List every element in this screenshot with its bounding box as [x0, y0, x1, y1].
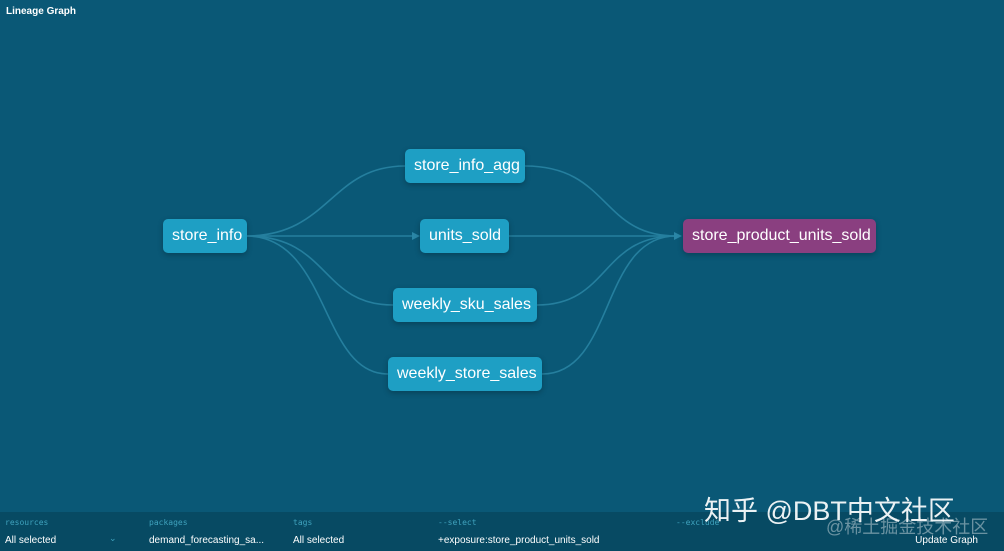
- edge-store_info-weekly_sku_sales: [245, 235, 394, 306]
- filter-select-label: --select: [438, 518, 477, 527]
- node-units_sold[interactable]: units_sold: [420, 219, 509, 253]
- filter-packages-label: packages: [149, 518, 188, 527]
- node-store_info[interactable]: store_info: [163, 219, 247, 253]
- arrowhead: [674, 232, 682, 240]
- node-weekly_store_sales[interactable]: weekly_store_sales: [388, 357, 542, 391]
- edge-store_info-weekly_store_sales: [245, 235, 389, 375]
- arrowhead: [412, 232, 420, 240]
- filter-select-input[interactable]: +exposure:store_product_units_sold: [438, 535, 600, 546]
- edge-store_info-store_info_agg: [245, 165, 406, 237]
- edge-weekly_store_sales-target: [541, 235, 677, 375]
- filter-select[interactable]: --select +exposure:store_product_units_s…: [438, 512, 658, 551]
- filter-packages[interactable]: packages demand_forecasting_sa...: [149, 512, 269, 551]
- node-store_product_units_sold[interactable]: store_product_units_sold: [683, 219, 876, 253]
- filter-packages-value[interactable]: demand_forecasting_sa...: [149, 535, 264, 546]
- filter-resources-value[interactable]: All selected: [5, 535, 56, 546]
- filter-tags-value[interactable]: All selected: [293, 535, 344, 546]
- node-store_info_agg[interactable]: store_info_agg: [405, 149, 525, 183]
- filter-tags-label: tags: [293, 518, 313, 527]
- edge-weekly_sku_sales-target: [536, 235, 677, 306]
- node-weekly_sku_sales[interactable]: weekly_sku_sales: [393, 288, 537, 322]
- edge-store_info_agg-target: [524, 165, 677, 237]
- filter-resources[interactable]: resources All selected ⌄: [5, 512, 120, 551]
- lineage-edges: [245, 165, 682, 375]
- chevron-down-icon[interactable]: ⌄: [109, 533, 117, 544]
- watermark-sub: @稀土掘金技术社区: [826, 517, 989, 537]
- filter-resources-label: resources: [5, 518, 49, 527]
- filter-tags[interactable]: tags All selected: [293, 512, 413, 551]
